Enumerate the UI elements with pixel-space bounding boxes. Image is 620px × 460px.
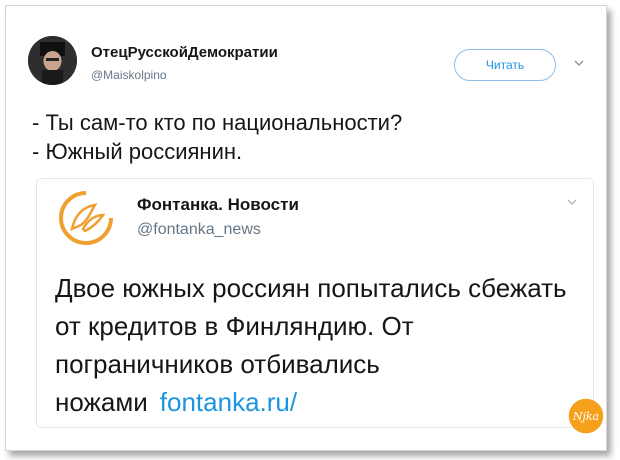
fontanka-logo-icon [59, 191, 113, 245]
watermark-text: Njka [572, 410, 599, 423]
quoted-tweet[interactable]: Фонтанка. Новости @fontanka_news Двое юж… [36, 178, 594, 428]
quoted-author-name[interactable]: Фонтанка. Новости [137, 195, 299, 215]
tweet-card: ОтецРусскойДемократии @Maiskolpino Читат… [5, 5, 607, 451]
tweet-line: - Ты сам-то кто по национальности? [32, 110, 403, 135]
author-name[interactable]: ОтецРусскойДемократии [91, 44, 278, 61]
avatar[interactable] [28, 36, 77, 85]
watermark-badge-icon: Njka [567, 397, 605, 435]
quoted-link[interactable]: fontanka.ru/ [160, 387, 297, 417]
chevron-down-icon[interactable] [574, 58, 584, 68]
quoted-body: Двое южных россиян попытались сбежать от… [55, 273, 567, 417]
quoted-text: Двое южных россиян попытались сбежать от… [55, 269, 590, 421]
tweet-line: - Южный россиянин. [32, 139, 243, 164]
tweet-text: - Ты сам-то кто по национальности? - Южн… [32, 108, 402, 166]
chevron-down-icon[interactable] [567, 197, 577, 207]
follow-button[interactable]: Читать [454, 49, 556, 81]
quoted-author-handle[interactable]: @fontanka_news [137, 221, 261, 239]
author-handle[interactable]: @Maiskolpino [91, 68, 167, 82]
